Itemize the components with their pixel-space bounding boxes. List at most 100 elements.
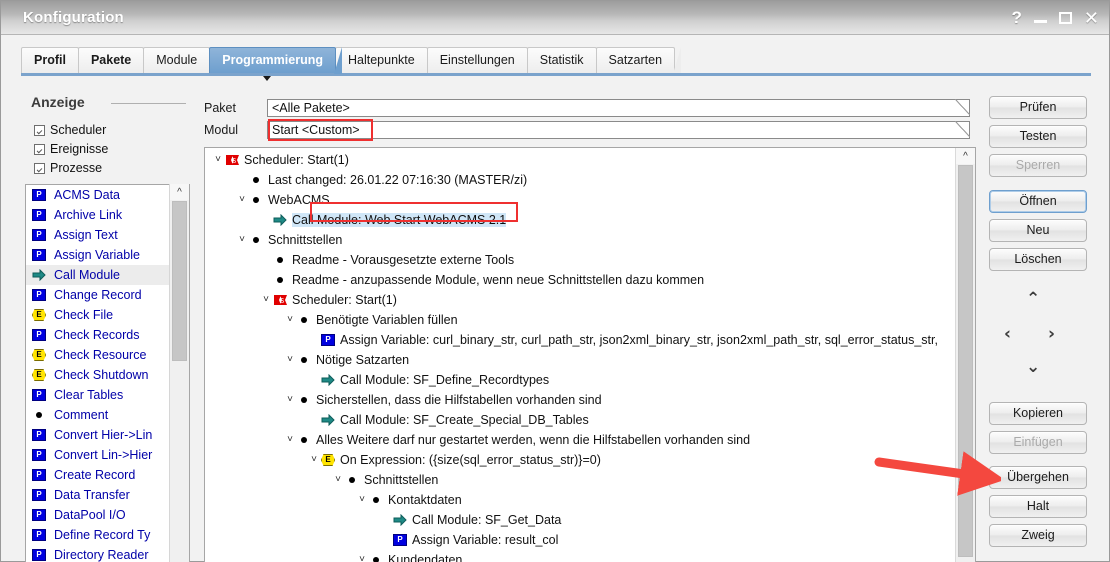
tab-einstellungen[interactable]: Einstellungen	[426, 47, 534, 74]
tab-haltepunkte[interactable]: Haltepunkte	[334, 47, 434, 74]
module-list-item[interactable]: P Check Records	[26, 325, 189, 345]
tree-row[interactable]: ˅ E On Expression: ({size(sql_error_status…	[205, 450, 938, 470]
chevron-down-icon[interactable]: ˅	[211, 155, 225, 165]
tab-satzarten[interactable]: Satzarten	[595, 47, 681, 74]
checkbox-prozesse[interactable]: Prozesse	[34, 161, 102, 175]
scroll-up-icon[interactable]: ^	[170, 184, 189, 200]
scrollbar-thumb[interactable]	[172, 201, 187, 361]
module-type-list[interactable]: P ACMS Data P Archive Link P Assign Text P Assi…	[25, 184, 190, 562]
tree-row[interactable]: ˅ S Scheduler: Start(1)	[205, 290, 938, 310]
module-list-item[interactable]: E Check Resource	[26, 345, 189, 365]
nav-down-button[interactable]: ⌄	[1026, 359, 1040, 376]
tree-row[interactable]: ˅ Benötigte Variablen füllen	[205, 310, 938, 330]
module-list-item[interactable]: P Convert Lin->Hier	[26, 445, 189, 465]
tree-row[interactable]: ˅ Sicherstellen, dass die Hilfstabellen v…	[205, 390, 938, 410]
chevron-down-icon[interactable]: ˅	[259, 295, 273, 305]
chevron-down-icon[interactable]: ˅	[283, 315, 297, 325]
module-list-item[interactable]: P DataPool I/O	[26, 505, 189, 525]
scrollbar-thumb[interactable]	[958, 165, 973, 557]
chevron-down-icon[interactable]: ˅	[331, 475, 345, 485]
tab-profil[interactable]: Profil	[21, 47, 85, 74]
prufen-button[interactable]: Prüfen	[989, 96, 1087, 119]
tree-row[interactable]: Readme - Vorausgesetzte externe Tools	[205, 250, 938, 270]
ubergehen-button[interactable]: Übergehen	[989, 466, 1087, 489]
nav-right-button[interactable]: ›	[1048, 326, 1055, 343]
tab-statistik[interactable]: Statistik	[526, 47, 603, 74]
zweig-button[interactable]: Zweig	[989, 524, 1087, 547]
tree-row[interactable]: ˅ Schnittstellen	[205, 470, 938, 490]
chevron-down-icon[interactable]: ˅	[355, 555, 369, 562]
neu-button[interactable]: Neu	[989, 219, 1087, 242]
tree-row[interactable]: ˅ Kundendaten	[205, 550, 938, 562]
module-list-item[interactable]: E Check File	[26, 305, 189, 325]
tree-row[interactable]: Readme - anzupassende Module, wenn neue …	[205, 270, 938, 290]
help-icon[interactable]: ?	[1012, 9, 1022, 26]
loschen-button[interactable]: Löschen	[989, 248, 1087, 271]
chevron-down-icon[interactable]: ˅	[307, 455, 321, 465]
tree-row[interactable]: ˅ Nötige Satzarten	[205, 350, 938, 370]
checkbox-scheduler[interactable]: Scheduler	[34, 123, 106, 137]
module-list-item[interactable]: P Assign Text	[26, 225, 189, 245]
tree-row[interactable]: Call Module: SF_Create_Special_DB_Tables	[205, 410, 938, 430]
module-list-item[interactable]: P Define Record Ty	[26, 525, 189, 545]
tab-strip: Profil Pakete Module Programmierung Haltepun…	[1, 35, 1109, 74]
process-icon: P	[32, 509, 46, 521]
scroll-up-icon[interactable]: ^	[956, 148, 975, 164]
chevron-down-icon[interactable]: ˅	[235, 235, 249, 245]
window-title: Konfiguration	[23, 9, 124, 26]
tree-row[interactable]: Last changed: 26.01.22 07:16:30 (MASTER/…	[205, 170, 938, 190]
kopieren-button[interactable]: Kopieren	[989, 402, 1087, 425]
tree-row[interactable]: P Assign Variable: curl_binary_str, curl_…	[205, 330, 938, 350]
module-list-item[interactable]: Comment	[26, 405, 189, 425]
module-list-item[interactable]: P ACMS Data	[26, 185, 189, 205]
checkbox-icon[interactable]	[34, 162, 45, 174]
module-list-item[interactable]: P Assign Variable	[26, 245, 189, 265]
chevron-down-icon[interactable]: ˅	[283, 435, 297, 445]
tree-row[interactable]: Call Module: SF_Define_Recordtypes	[205, 370, 938, 390]
tree-row[interactable]: ˅ WebACMS	[205, 190, 938, 210]
halt-button[interactable]: Halt	[989, 495, 1087, 518]
chevron-down-icon[interactable]: ˅	[283, 395, 297, 405]
module-list-item[interactable]: P Clear Tables	[26, 385, 189, 405]
tree-scrollbar[interactable]: ^	[955, 148, 975, 562]
tab-overflow-caret-icon[interactable]	[263, 76, 271, 81]
tree-row[interactable]: P Assign Variable: result_col	[205, 530, 938, 550]
close-icon[interactable]: ✕	[1084, 9, 1099, 27]
minimize-icon[interactable]	[1033, 14, 1047, 23]
checkbox-icon[interactable]	[34, 124, 45, 136]
maximize-icon[interactable]	[1058, 12, 1072, 24]
chevron-down-icon[interactable]: ˅	[235, 195, 249, 205]
module-list-item[interactable]: Call Module	[26, 265, 189, 285]
module-list-item[interactable]: P Change Record	[26, 285, 189, 305]
offnen-button[interactable]: Öffnen	[989, 190, 1087, 213]
module-list-item[interactable]: P Create Record	[26, 465, 189, 485]
tree-row[interactable]: Call Module: SF_Get_Data	[205, 510, 938, 530]
module-list-item[interactable]: P Directory Reader	[26, 545, 189, 562]
program-tree[interactable]: ˅ S Scheduler: Start(1) Last changed: 26.01…	[204, 147, 976, 562]
checkbox-ereignisse[interactable]: Ereignisse	[34, 142, 108, 156]
testen-button[interactable]: Testen	[989, 125, 1087, 148]
module-list-item[interactable]: P Convert Hier->Lin	[26, 425, 189, 445]
modul-field[interactable]: Start <Custom>	[267, 121, 970, 139]
tab-programmierung[interactable]: Programmierung	[209, 47, 342, 74]
tree-row-label: Kontaktdaten	[388, 493, 462, 507]
tree-row[interactable]: Call Module: Web Start WebACMS 2.1	[205, 210, 938, 230]
module-list-scrollbar[interactable]: ^	[169, 184, 189, 562]
module-list-item[interactable]: E Check Shutdown	[26, 365, 189, 385]
nav-up-button[interactable]: ⌃	[1026, 291, 1040, 308]
button-label: Kopieren	[1012, 406, 1064, 420]
chevron-down-icon[interactable]: ˅	[283, 355, 297, 365]
tree-row[interactable]: ˅ Schnittstellen	[205, 230, 938, 250]
nav-left-button[interactable]: ‹	[1004, 326, 1011, 343]
paket-field[interactable]: <Alle Pakete>	[267, 99, 970, 117]
module-list-item[interactable]: P Data Transfer	[26, 485, 189, 505]
chevron-down-icon[interactable]: ˅	[355, 495, 369, 505]
tree-row[interactable]: ˅ S Scheduler: Start(1)	[205, 150, 938, 170]
tab-pakete[interactable]: Pakete	[77, 47, 151, 74]
checkbox-icon[interactable]	[34, 143, 45, 155]
process-icon: P	[393, 534, 407, 546]
tab-module[interactable]: Module	[143, 47, 217, 74]
tree-row[interactable]: ˅ Kontaktdaten	[205, 490, 938, 510]
tree-row[interactable]: ˅ Alles Weitere darf nur gestartet werden…	[205, 430, 938, 450]
module-list-item[interactable]: P Archive Link	[26, 205, 189, 225]
